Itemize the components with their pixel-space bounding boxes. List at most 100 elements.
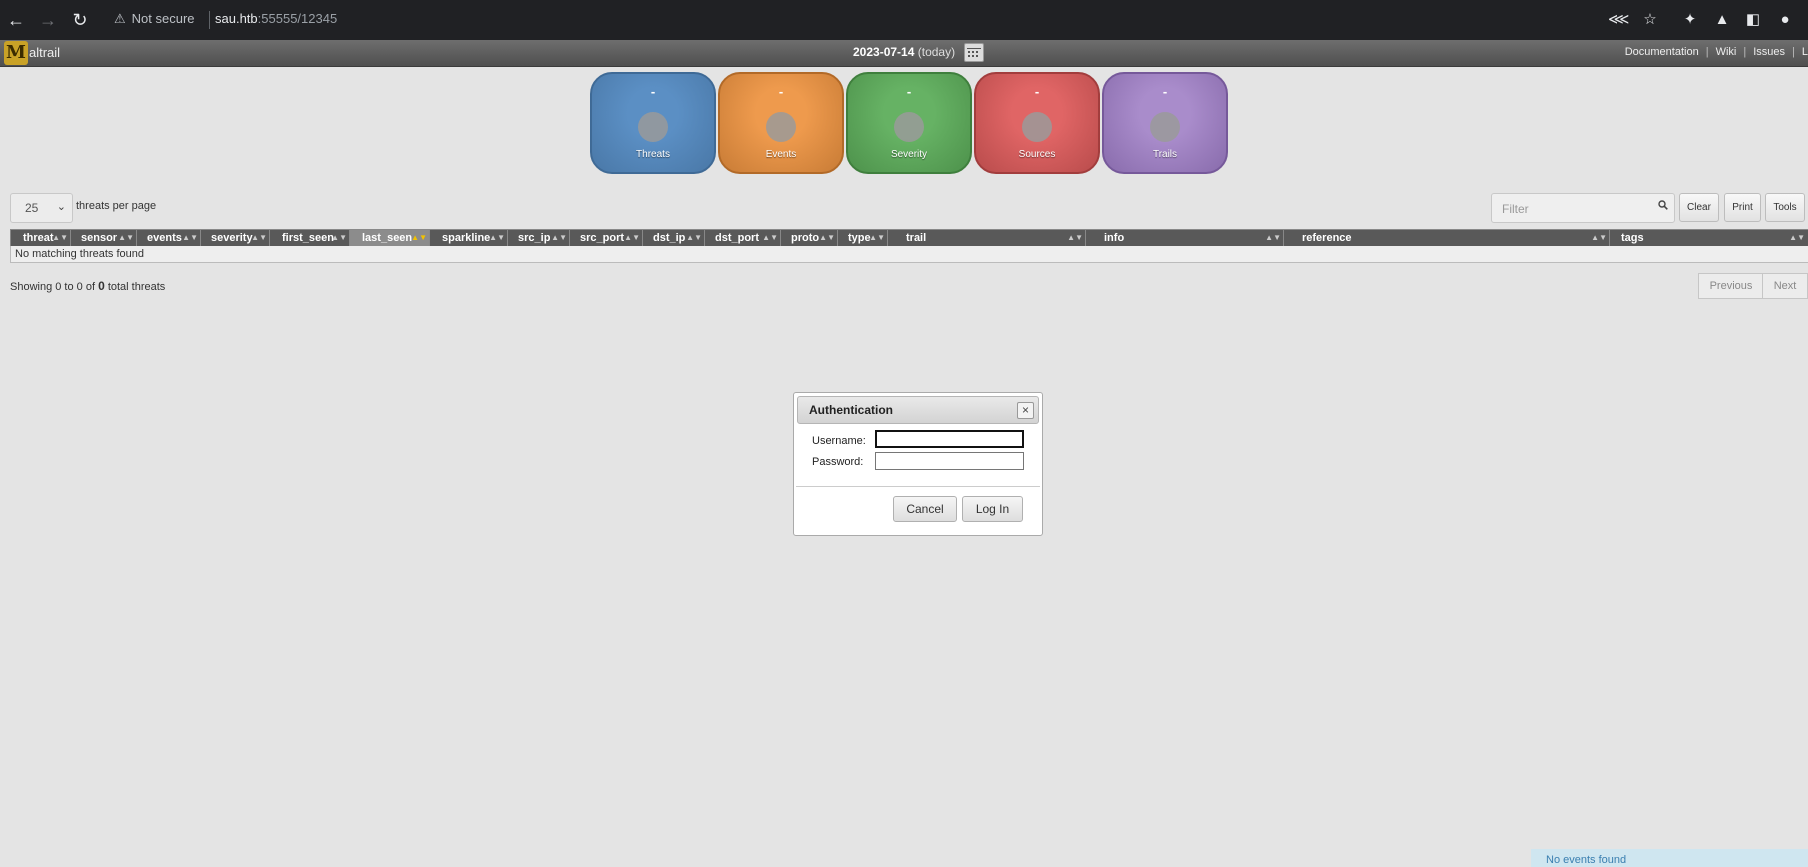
column-header-threat[interactable]: threat ▲▼ [11, 230, 71, 246]
column-header-type[interactable]: type ▲▼ [838, 230, 888, 246]
column-header-tags[interactable]: tags ▲▼ [1610, 230, 1807, 246]
dialog-titlebar[interactable]: Authentication × [797, 396, 1039, 424]
stat-severity[interactable]: - Severity [846, 72, 972, 174]
filter-input[interactable]: Filter [1491, 193, 1675, 223]
stat-threats[interactable]: - Threats [590, 72, 716, 174]
forward-icon[interactable]: → [38, 10, 58, 30]
threats-table-body [10, 246, 1808, 263]
column-header-reference[interactable]: reference ▲▼ [1284, 230, 1610, 246]
next-page-button[interactable]: Next [1762, 273, 1808, 299]
stat-value: - [1034, 84, 1040, 99]
column-header-trail[interactable]: trail ▲▼ [888, 230, 1086, 246]
login-button[interactable]: Log In [962, 496, 1023, 522]
security-label: Not secure [131, 11, 195, 26]
calendar-icon[interactable] [964, 43, 984, 62]
sort-icon: ▲▼ [1591, 233, 1607, 242]
app-name: altrail [29, 45, 61, 60]
url-divider [209, 11, 210, 29]
extensions-icon[interactable]: ✦ [1680, 10, 1700, 30]
stat-dot [638, 112, 668, 142]
date-display[interactable]: 2023-07-14 (today) [853, 45, 955, 59]
column-header-dst-ip[interactable]: dst_ip ▲▼ [643, 230, 705, 246]
back-icon[interactable]: ← [6, 10, 26, 30]
tools-button[interactable]: Tools [1765, 193, 1805, 222]
column-header-dst-port[interactable]: dst_port ▲▼ [705, 230, 781, 246]
sort-icon: ▲▼ [869, 233, 885, 242]
close-icon[interactable]: × [1017, 402, 1034, 419]
sort-icon: ▲▼ [624, 233, 640, 242]
date-value: 2023-07-14 [853, 45, 915, 59]
url-path: :55555/12345 [257, 11, 338, 26]
side-panel-icon[interactable]: ◧ [1743, 10, 1763, 30]
table-info: Showing 0 to 0 of 0 total threats [10, 279, 166, 293]
stat-label: Events [765, 149, 797, 160]
link-logout[interactable]: L [1802, 46, 1808, 58]
column-header-sparkline[interactable]: sparkline ▲▼ [430, 230, 508, 246]
link-wiki[interactable]: Wiki [1716, 46, 1737, 58]
password-field[interactable] [875, 452, 1024, 470]
stat-dot [894, 112, 924, 142]
sort-icon: ▲▼ [251, 233, 267, 242]
clear-button[interactable]: Clear [1679, 193, 1719, 222]
previous-page-button[interactable]: Previous [1698, 273, 1764, 299]
column-header-info[interactable]: info ▲▼ [1086, 230, 1284, 246]
sort-icon: ▲▼ [489, 233, 505, 242]
events-notice: No events found [1531, 849, 1808, 867]
stat-events[interactable]: - Events [718, 72, 844, 174]
browser-toolbar: ← → ↻ ⚠ Not secure sau.htb:55555/12345 ⋘ … [0, 0, 1808, 40]
link-documentation[interactable]: Documentation [1625, 46, 1699, 58]
sort-icon: ▲▼ [182, 233, 198, 242]
labs-flask-icon[interactable]: ▲ [1712, 10, 1732, 30]
date-note: (today) [917, 45, 956, 59]
stat-dot [1150, 112, 1180, 142]
column-header-src-ip[interactable]: src_ip ▲▼ [508, 230, 570, 246]
column-header-src-port[interactable]: src_port ▲▼ [570, 230, 643, 246]
share-icon[interactable]: ⋘ [1608, 10, 1629, 30]
password-label: Password: [812, 456, 864, 468]
address-bar[interactable]: sau.htb:55555/12345 [215, 11, 337, 26]
stat-trails[interactable]: - Trails [1102, 72, 1228, 174]
search-icon [1658, 200, 1668, 210]
app-header: M altrail 2023-07-14 (today) Documentati… [0, 40, 1808, 67]
url-host: sau.htb [215, 11, 258, 26]
cancel-button[interactable]: Cancel [893, 496, 957, 522]
security-indicator[interactable]: ⚠ Not secure [114, 11, 195, 27]
link-issues[interactable]: Issues [1753, 46, 1785, 58]
total-count: 0 [98, 279, 105, 293]
column-header-first-seen[interactable]: first_seen ▲▼ [270, 230, 350, 246]
dialog-divider [796, 486, 1040, 487]
authentication-dialog: Authentication × Username: Password: Can… [793, 392, 1043, 536]
sort-desc-icon: ▲▼ [411, 233, 427, 242]
sort-icon: ▲▼ [118, 233, 134, 242]
column-header-severity[interactable]: severity ▲▼ [201, 230, 270, 246]
column-header-last-seen[interactable]: last_seen ▲▼ [350, 230, 430, 246]
sort-icon: ▲▼ [686, 233, 702, 242]
username-field[interactable] [875, 430, 1024, 448]
chevron-down-icon: ⌄ [56, 201, 66, 213]
print-button[interactable]: Print [1724, 193, 1761, 222]
stat-value: - [778, 84, 784, 99]
stat-dot [1022, 112, 1052, 142]
sort-icon: ▲▼ [762, 233, 778, 242]
stat-sources[interactable]: - Sources [974, 72, 1100, 174]
per-page-value: 25 [25, 201, 39, 215]
sort-icon: ▲▼ [819, 233, 835, 242]
reload-icon[interactable]: ↻ [70, 10, 90, 30]
per-page-select[interactable]: 25 ⌄ [10, 193, 73, 223]
profile-icon[interactable]: ● [1775, 10, 1795, 30]
per-page-label: threats per page [76, 200, 157, 212]
maltrail-logo-icon: M [4, 41, 28, 65]
threats-table-header: threat ▲▼ sensor ▲▼ events ▲▼ severity ▲▼ fi… [10, 229, 1808, 247]
sort-icon: ▲▼ [1789, 233, 1805, 242]
stat-value: - [906, 84, 912, 99]
column-header-proto[interactable]: proto ▲▼ [781, 230, 838, 246]
column-header-sensor[interactable]: sensor ▲▼ [71, 230, 137, 246]
sort-icon: ▲▼ [551, 233, 567, 242]
stat-label: Trails [1152, 149, 1178, 160]
bookmark-star-icon[interactable]: ☆ [1640, 10, 1660, 30]
empty-table-message: No matching threats found [15, 248, 145, 260]
column-header-events[interactable]: events ▲▼ [137, 230, 201, 246]
top-links: Documentation | Wiki | Issues | L [1624, 46, 1808, 58]
sort-icon: ▲▼ [331, 233, 347, 242]
sort-icon: ▲▼ [1067, 233, 1083, 242]
